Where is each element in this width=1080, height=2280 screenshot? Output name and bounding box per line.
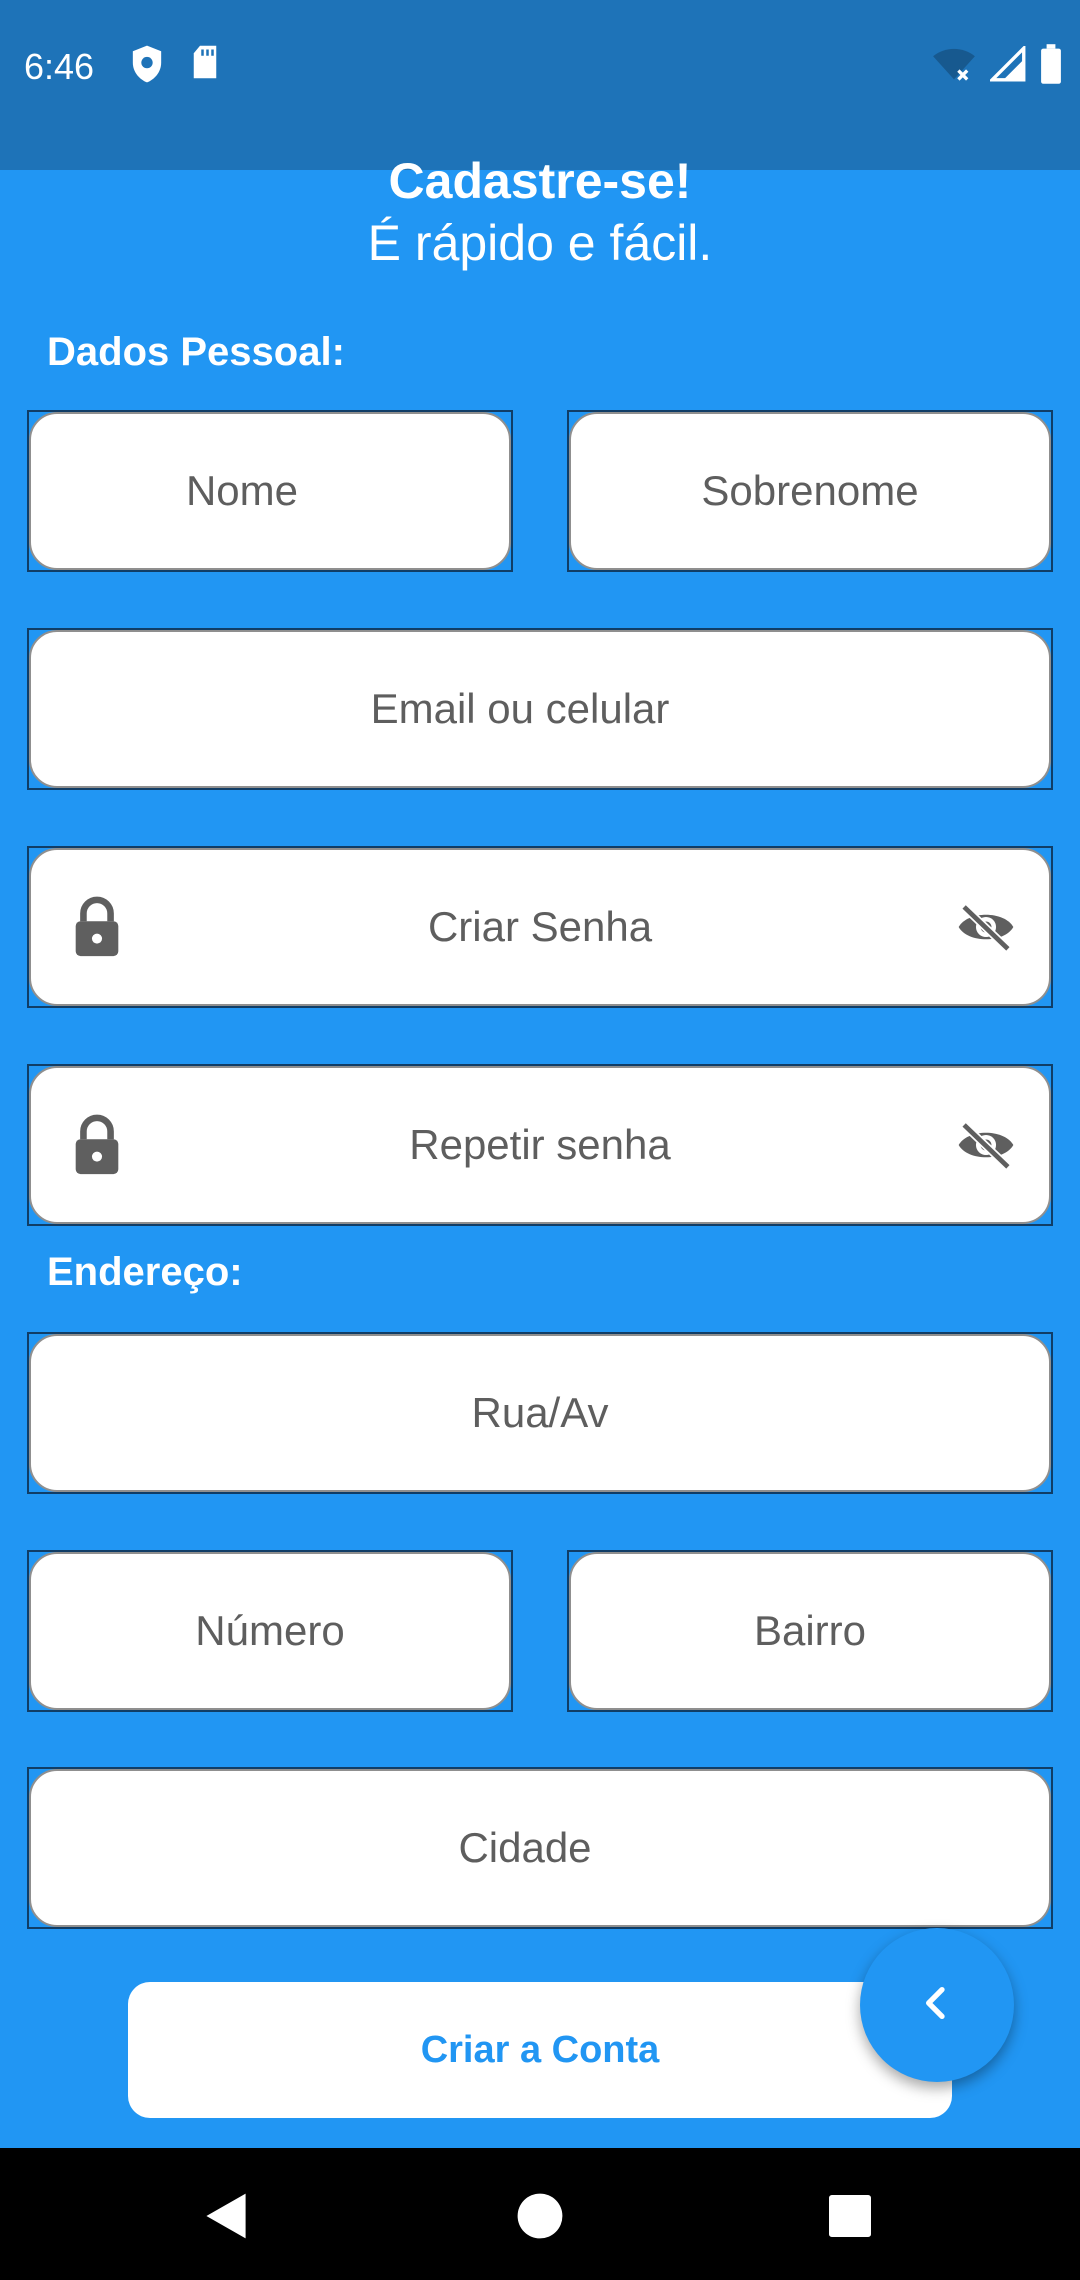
section-address-label: Endereço: bbox=[47, 1250, 243, 1294]
visibility-off-icon[interactable] bbox=[955, 901, 1017, 953]
last-name-frame bbox=[567, 410, 1053, 572]
battery-icon bbox=[1040, 44, 1062, 89]
signal-icon bbox=[988, 44, 1026, 87]
first-name-frame bbox=[27, 410, 513, 572]
street-field bbox=[29, 1334, 1051, 1492]
password-repeat-field bbox=[29, 1066, 1051, 1224]
password-repeat-input[interactable] bbox=[31, 1121, 1049, 1169]
recents-icon[interactable] bbox=[822, 2188, 878, 2244]
password-input[interactable] bbox=[31, 903, 1049, 951]
status-time: 6:46 bbox=[24, 46, 95, 87]
number-input[interactable] bbox=[31, 1607, 509, 1655]
password-field bbox=[29, 848, 1051, 1006]
last-name-input[interactable] bbox=[571, 467, 1049, 515]
first-name-input[interactable] bbox=[31, 467, 509, 515]
section-personal-label: Dados Pessoal: bbox=[47, 330, 345, 374]
city-input[interactable] bbox=[31, 1824, 1049, 1872]
number-frame bbox=[27, 1550, 513, 1712]
status-bar: 6:46 bbox=[0, 0, 1080, 170]
shield-icon bbox=[130, 44, 164, 84]
page-title: Cadastre-se! bbox=[388, 153, 692, 209]
city-frame bbox=[27, 1767, 1053, 1929]
home-icon[interactable] bbox=[512, 2188, 568, 2244]
back-fab[interactable] bbox=[860, 1928, 1014, 2082]
street-input[interactable] bbox=[31, 1389, 1049, 1437]
last-name-field bbox=[569, 412, 1051, 570]
email-phone-field bbox=[29, 630, 1051, 788]
first-name-field bbox=[29, 412, 511, 570]
sd-card-icon bbox=[190, 44, 224, 84]
password-repeat-frame bbox=[27, 1064, 1053, 1226]
city-field bbox=[29, 1769, 1051, 1927]
password-frame bbox=[27, 846, 1053, 1008]
chevron-left-icon bbox=[917, 1983, 957, 2028]
neighborhood-field bbox=[569, 1552, 1051, 1710]
neighborhood-frame bbox=[567, 1550, 1053, 1712]
page-subtitle: É rápido e fácil. bbox=[367, 215, 713, 271]
visibility-off-icon[interactable] bbox=[955, 1119, 1017, 1171]
lock-icon bbox=[71, 1114, 123, 1176]
create-account-button[interactable]: Criar a Conta bbox=[128, 1982, 952, 2118]
system-nav-bar bbox=[0, 2148, 1080, 2280]
wifi-off-icon bbox=[932, 46, 976, 87]
back-icon[interactable] bbox=[198, 2188, 254, 2244]
lock-icon bbox=[71, 896, 123, 958]
email-phone-input[interactable] bbox=[31, 685, 1049, 733]
email-frame bbox=[27, 628, 1053, 790]
signup-screen: Cadastre-se! É rápido e fácil. Dados Pes… bbox=[0, 153, 1080, 2148]
street-frame bbox=[27, 1332, 1053, 1494]
number-field bbox=[29, 1552, 511, 1710]
neighborhood-input[interactable] bbox=[571, 1607, 1049, 1655]
